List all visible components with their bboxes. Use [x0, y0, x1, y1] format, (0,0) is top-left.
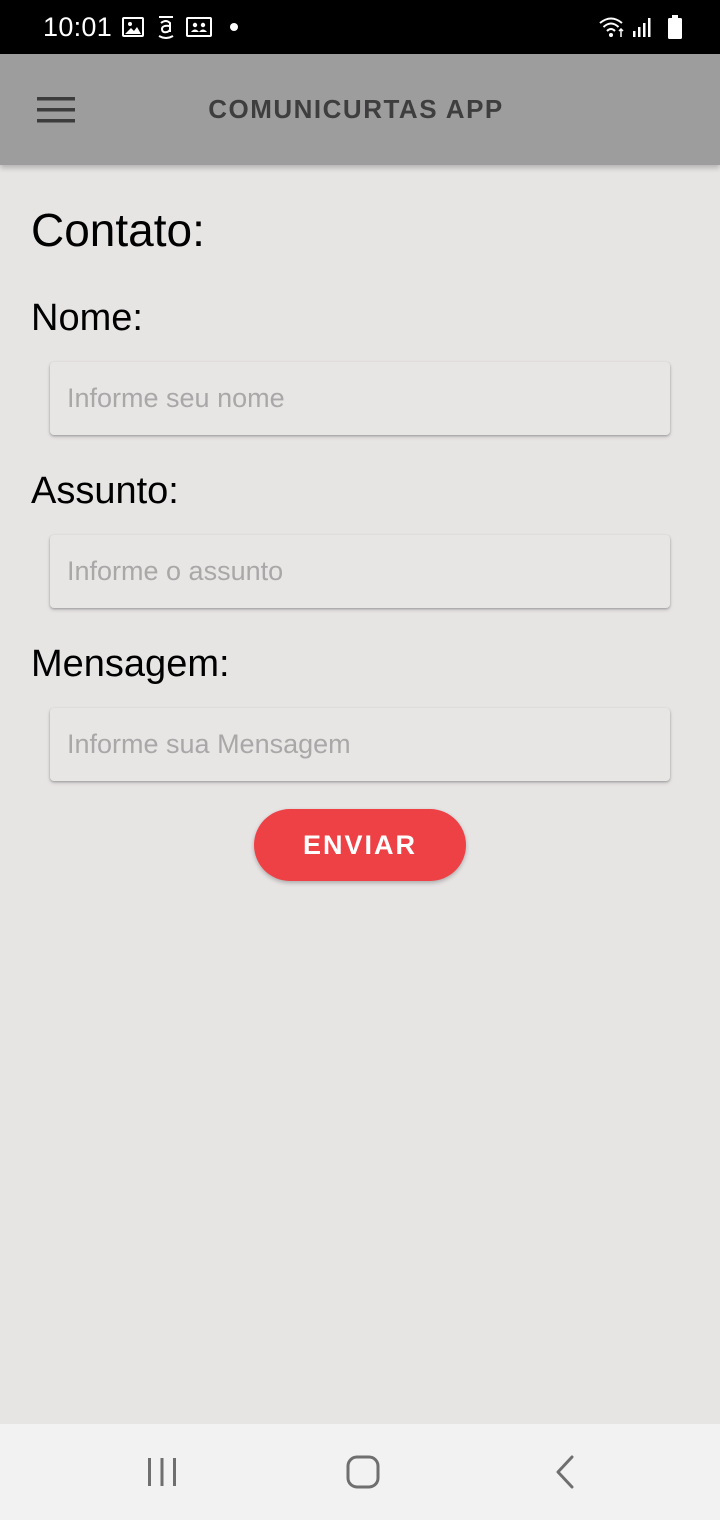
amazon-icon — [158, 15, 174, 39]
recent-apps-button[interactable] — [132, 1448, 192, 1496]
image-icon — [122, 17, 144, 37]
status-bar: 10:01 — [0, 0, 720, 54]
subject-input[interactable] — [50, 535, 670, 608]
contacts-card-icon — [186, 17, 212, 37]
wifi-icon — [598, 15, 626, 39]
app-bar: COMUNICURTAS APP — [0, 54, 720, 165]
back-icon — [554, 1455, 576, 1489]
battery-icon — [668, 15, 682, 39]
recent-apps-icon — [146, 1457, 178, 1487]
name-field-container — [50, 362, 670, 435]
page-title: Contato: — [31, 204, 205, 256]
subject-field-container — [50, 535, 670, 608]
name-input[interactable] — [50, 362, 670, 435]
back-button[interactable] — [535, 1448, 595, 1496]
notification-dot-icon — [230, 23, 238, 31]
send-button[interactable]: ENVIAR — [254, 809, 466, 881]
message-label: Mensagem: — [31, 643, 230, 685]
status-system-icons — [598, 13, 682, 41]
home-button[interactable] — [333, 1448, 393, 1496]
app-title: COMUNICURTAS APP — [208, 94, 504, 124]
message-field-container — [50, 708, 670, 781]
name-label: Nome: — [31, 297, 143, 339]
system-nav-bar — [0, 1424, 720, 1520]
message-input[interactable] — [50, 708, 670, 781]
home-icon — [346, 1455, 380, 1489]
status-time: 10:01 — [43, 12, 113, 42]
status-notification-icons — [122, 14, 238, 40]
subject-label: Assunto: — [31, 470, 179, 512]
signal-icon — [632, 16, 654, 38]
